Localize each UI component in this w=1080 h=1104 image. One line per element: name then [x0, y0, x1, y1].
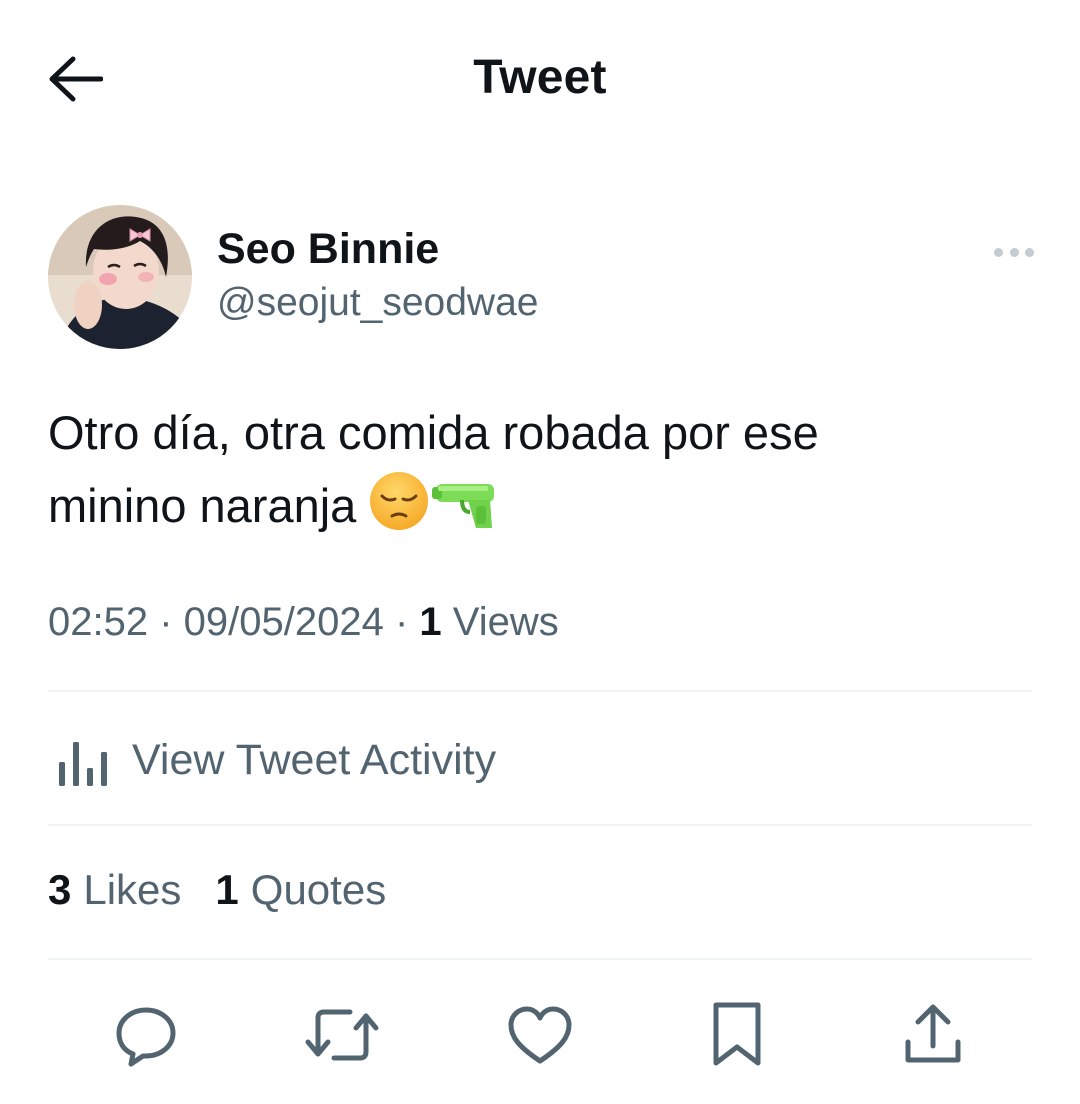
quotes-label: Quotes	[250, 866, 387, 913]
more-dot	[1009, 247, 1019, 257]
author-name[interactable]: Seo Binnie	[217, 225, 439, 274]
bookmark-button[interactable]	[697, 995, 777, 1075]
tweet-meta: 02:52 · 09/05/2024 · 1 Views	[48, 600, 559, 645]
more-dot	[1025, 247, 1034, 257]
like-button[interactable]	[500, 995, 580, 1075]
meta-separator: ·	[148, 600, 184, 644]
avatar[interactable]	[48, 205, 192, 349]
divider	[48, 958, 1032, 960]
more-options-button[interactable]	[990, 238, 1038, 266]
engagement-stats: 3 Likes 1 Quotes	[48, 866, 386, 914]
like-icon	[508, 1006, 572, 1064]
bookmark-icon	[713, 1002, 761, 1066]
tweet-text-segment: minino naranja	[48, 479, 357, 532]
share-icon	[905, 1004, 961, 1063]
tweet-time: 02:52	[48, 600, 149, 644]
page-title: Tweet	[473, 51, 607, 104]
retweet-icon	[305, 1009, 379, 1061]
likes-count: 3	[48, 866, 72, 913]
views-label: Views	[452, 600, 559, 644]
quotes-stat[interactable]: 1 Quotes	[215, 866, 386, 914]
author-handle[interactable]: @seojut_seodwae	[217, 281, 538, 325]
water-pistol-emoji	[432, 476, 498, 552]
tweet-detail-page: Tweet Seo Binnie @seojut_seodwae Otro dí…	[0, 0, 1080, 1104]
divider	[48, 824, 1032, 826]
tweet-text-line: minino naranja	[48, 469, 1038, 552]
more-horizontal-icon	[994, 247, 1003, 257]
view-tweet-activity-button[interactable]: View Tweet Activity	[48, 712, 1032, 808]
divider	[48, 690, 1032, 692]
reply-icon	[116, 1007, 176, 1067]
views-count: 1	[419, 600, 442, 644]
quotes-count: 1	[215, 866, 239, 913]
reply-button[interactable]	[106, 995, 186, 1075]
profile-photo	[48, 205, 192, 349]
pensive-face-emoji	[368, 470, 430, 552]
likes-stat[interactable]: 3 Likes	[48, 866, 181, 914]
tweet-text-line: Otro día, otra comida robada por ese	[48, 406, 819, 459]
retweet-button[interactable]	[302, 995, 382, 1075]
top-bar: Tweet	[0, 0, 1080, 160]
likes-label: Likes	[83, 866, 182, 913]
bar-chart-icon	[59, 742, 107, 786]
share-button[interactable]	[893, 995, 973, 1075]
action-bar	[0, 995, 1080, 1075]
meta-separator: ·	[383, 600, 420, 644]
view-tweet-activity-label: View Tweet Activity	[132, 735, 497, 784]
tweet-text: Otro día, otra comida robada por ese min…	[48, 396, 1038, 552]
tweet-date: 09/05/2024	[183, 600, 384, 644]
